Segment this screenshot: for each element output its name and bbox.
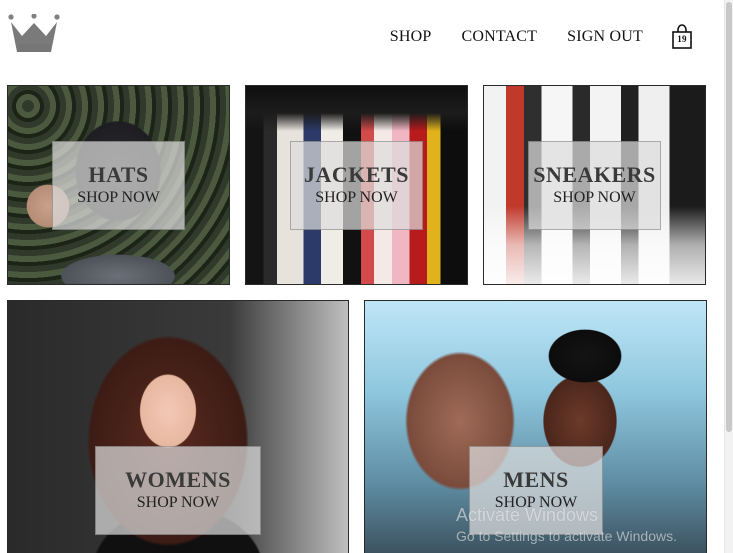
category-jackets-shop-now: SHOP NOW <box>315 188 398 206</box>
category-mens-tile[interactable]: MENS SHOP NOW <box>364 300 707 553</box>
nav-sign-out-link[interactable]: SIGN OUT <box>567 28 643 46</box>
category-sneakers-label-box: SNEAKERS SHOP NOW <box>528 141 661 230</box>
crown-logo-icon[interactable] <box>8 14 60 56</box>
page-scrollbar-thumb[interactable] <box>726 2 732 432</box>
nav-shop-link[interactable]: SHOP <box>390 28 432 46</box>
category-hats-tile[interactable]: HATS SHOP NOW <box>7 85 230 285</box>
category-sneakers-shop-now: SHOP NOW <box>553 188 636 206</box>
category-womens-tile[interactable]: WOMENS SHOP NOW <box>7 300 349 553</box>
category-womens-shop-now: SHOP NOW <box>136 493 220 511</box>
category-jackets-label-box: JACKETS SHOP NOW <box>290 141 423 230</box>
top-navigation: SHOP CONTACT SIGN OUT 19 <box>390 24 693 50</box>
nav-contact-link[interactable]: CONTACT <box>461 28 537 46</box>
page-scrollbar-track[interactable] <box>724 0 733 553</box>
category-mens-label-box: MENS SHOP NOW <box>469 446 603 535</box>
category-mens-title: MENS <box>503 466 569 492</box>
category-mens-shop-now: SHOP NOW <box>494 493 578 511</box>
category-hats-label-box: HATS SHOP NOW <box>52 141 185 230</box>
category-sneakers-tile[interactable]: SNEAKERS SHOP NOW <box>483 85 706 285</box>
cart-button[interactable]: 19 <box>671 24 693 50</box>
category-jackets-title: JACKETS <box>304 161 409 187</box>
category-jackets-tile[interactable]: JACKETS SHOP NOW <box>245 85 468 285</box>
category-sneakers-title: SNEAKERS <box>533 161 656 187</box>
category-hats-title: HATS <box>88 161 149 187</box>
page: SHOP CONTACT SIGN OUT 19 HATS SHOP NOW J… <box>0 0 733 553</box>
category-hats-shop-now: SHOP NOW <box>77 188 160 206</box>
category-womens-label-box: WOMENS SHOP NOW <box>95 446 261 535</box>
cart-count-badge: 19 <box>677 34 687 44</box>
category-womens-title: WOMENS <box>125 466 231 492</box>
